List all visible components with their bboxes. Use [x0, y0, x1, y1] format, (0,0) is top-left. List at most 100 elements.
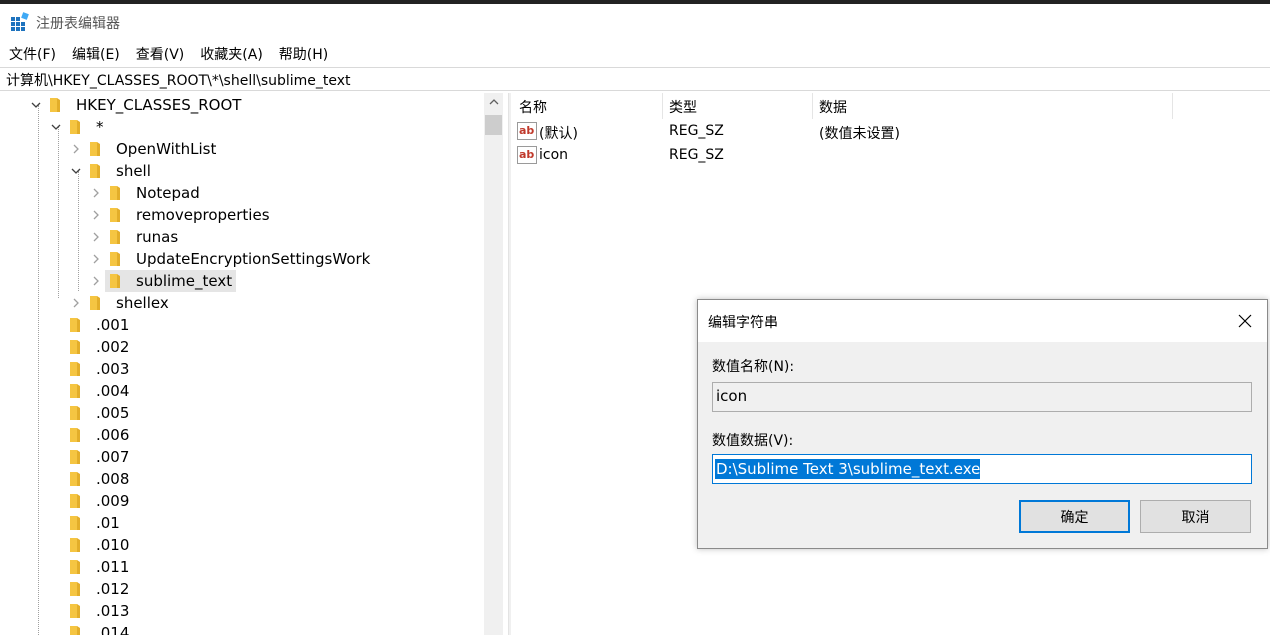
tree-node[interactable]: .006	[65, 424, 133, 446]
chevron-down-icon[interactable]	[67, 160, 85, 182]
tree-node[interactable]: sublime_text	[105, 270, 237, 292]
tree-item[interactable]: .014	[47, 622, 133, 635]
close-icon[interactable]	[1229, 306, 1261, 336]
tree-node[interactable]: removeproperties	[105, 204, 274, 226]
folder-icon	[68, 361, 82, 377]
tree-item[interactable]: .006	[47, 424, 133, 446]
tree-node[interactable]: *	[65, 116, 108, 138]
string-value-icon: ab	[517, 122, 537, 140]
address-bar: 计算机\HKEY_CLASSES_ROOT\*\shell\sublime_te…	[0, 67, 1270, 91]
tree-scrollbar[interactable]	[484, 93, 503, 635]
tree-item[interactable]: .005	[47, 402, 133, 424]
tree-item[interactable]: runas	[87, 226, 182, 248]
value-data-field[interactable]: D:\Sublime Text 3\sublime_text.exe	[712, 454, 1252, 484]
menu-edit[interactable]: 编辑(E)	[63, 42, 127, 66]
tree-node[interactable]: .009	[65, 490, 133, 512]
tree-item[interactable]: shell	[67, 160, 155, 182]
tree-item[interactable]: .004	[47, 380, 133, 402]
tree-node[interactable]: Notepad	[105, 182, 204, 204]
tree-node[interactable]: .012	[65, 578, 133, 600]
tree-node[interactable]: .013	[65, 600, 133, 622]
tree-guide-line	[38, 105, 39, 635]
column-header-name[interactable]: 名称	[519, 97, 547, 117]
tree-item[interactable]: removeproperties	[87, 204, 274, 226]
tree-node[interactable]: UpdateEncryptionSettingsWork	[105, 248, 374, 270]
tree-item[interactable]: HKEY_CLASSES_ROOT	[27, 94, 245, 116]
tree-node[interactable]: HKEY_CLASSES_ROOT	[45, 94, 245, 116]
folder-icon	[68, 317, 82, 333]
tree-item[interactable]: Notepad	[87, 182, 204, 204]
scroll-thumb[interactable]	[485, 115, 502, 135]
tree-item[interactable]: sublime_text	[87, 270, 237, 292]
tree-node[interactable]: shellex	[85, 292, 173, 314]
chevron-down-icon[interactable]	[47, 116, 65, 138]
tree-node[interactable]: .01	[65, 512, 124, 534]
chevron-right-icon[interactable]	[87, 204, 105, 226]
cancel-button[interactable]: 取消	[1140, 500, 1251, 533]
menu-favorites[interactable]: 收藏夹(A)	[191, 42, 270, 66]
tree-item[interactable]: .010	[47, 534, 133, 556]
chevron-right-icon[interactable]	[67, 138, 85, 160]
registry-tree: HKEY_CLASSES_ROOT * OpenWithList shell Notep…	[0, 93, 484, 635]
column-header-type[interactable]: 类型	[669, 97, 697, 117]
tree-node[interactable]: runas	[105, 226, 182, 248]
tree-node[interactable]: .010	[65, 534, 133, 556]
tree-node[interactable]: .001	[65, 314, 133, 336]
tree-node[interactable]: .014	[65, 622, 133, 635]
tree-node[interactable]: .008	[65, 468, 133, 490]
column-divider[interactable]	[812, 93, 813, 119]
ok-button[interactable]: 确定	[1019, 500, 1130, 533]
column-divider[interactable]	[662, 93, 663, 119]
tree-item[interactable]: .013	[47, 600, 133, 622]
tree-node[interactable]: shell	[85, 160, 155, 182]
chevron-right-icon[interactable]	[87, 248, 105, 270]
tree-node[interactable]: .002	[65, 336, 133, 358]
tree-item[interactable]: .01	[47, 512, 124, 534]
tree-item[interactable]: *	[47, 116, 108, 138]
tree-item-label: UpdateEncryptionSettingsWork	[136, 250, 371, 268]
tree-item-label: .003	[96, 360, 130, 378]
tree-guide-line	[58, 127, 59, 298]
menu-help[interactable]: 帮助(H)	[270, 42, 335, 66]
chevron-right-icon[interactable]	[87, 226, 105, 248]
tree-item[interactable]: .007	[47, 446, 133, 468]
tree-item[interactable]: OpenWithList	[67, 138, 220, 160]
address-input[interactable]: 计算机\HKEY_CLASSES_ROOT\*\shell\sublime_te…	[6, 70, 1206, 90]
menu-file[interactable]: 文件(F)	[0, 42, 63, 66]
tree-node[interactable]: .011	[65, 556, 133, 578]
chevron-right-icon[interactable]	[87, 182, 105, 204]
pane-splitter[interactable]	[508, 93, 511, 635]
column-divider[interactable]	[1172, 93, 1173, 119]
tree-item[interactable]: shellex	[67, 292, 173, 314]
value-type: REG_SZ	[669, 123, 724, 139]
column-header-data[interactable]: 数据	[819, 97, 847, 117]
tree-item[interactable]: .003	[47, 358, 133, 380]
edit-string-dialog: 编辑字符串 数值名称(N): icon 数值数据(V): D:\Sublime …	[697, 299, 1268, 549]
tree-node[interactable]: .003	[65, 358, 133, 380]
list-row-default[interactable]: ab (默认) REG_SZ (数值未设置)	[512, 120, 1212, 144]
tree-item[interactable]: .012	[47, 578, 133, 600]
tree-node[interactable]: OpenWithList	[85, 138, 220, 160]
tree-item-label: .011	[96, 558, 130, 576]
value-name-field[interactable]: icon	[712, 382, 1252, 412]
tree-item[interactable]: .001	[47, 314, 133, 336]
folder-icon	[68, 493, 82, 509]
tree-node[interactable]: .004	[65, 380, 133, 402]
scroll-up-arrow-icon[interactable]	[484, 93, 503, 111]
menu-view[interactable]: 查看(V)	[127, 42, 192, 66]
tree-node[interactable]: .007	[65, 446, 133, 468]
tree-item[interactable]: .008	[47, 468, 133, 490]
tree-item[interactable]: UpdateEncryptionSettingsWork	[87, 248, 374, 270]
tree-item[interactable]: .002	[47, 336, 133, 358]
tree-item[interactable]: .011	[47, 556, 133, 578]
chevron-right-icon[interactable]	[67, 292, 85, 314]
chevron-down-icon[interactable]	[27, 94, 45, 116]
tree-item[interactable]: .009	[47, 490, 133, 512]
folder-icon	[88, 295, 102, 311]
chevron-right-icon[interactable]	[87, 270, 105, 292]
folder-icon	[108, 207, 122, 223]
tree-node[interactable]: .005	[65, 402, 133, 424]
list-row-icon[interactable]: ab icon REG_SZ	[512, 144, 1212, 168]
